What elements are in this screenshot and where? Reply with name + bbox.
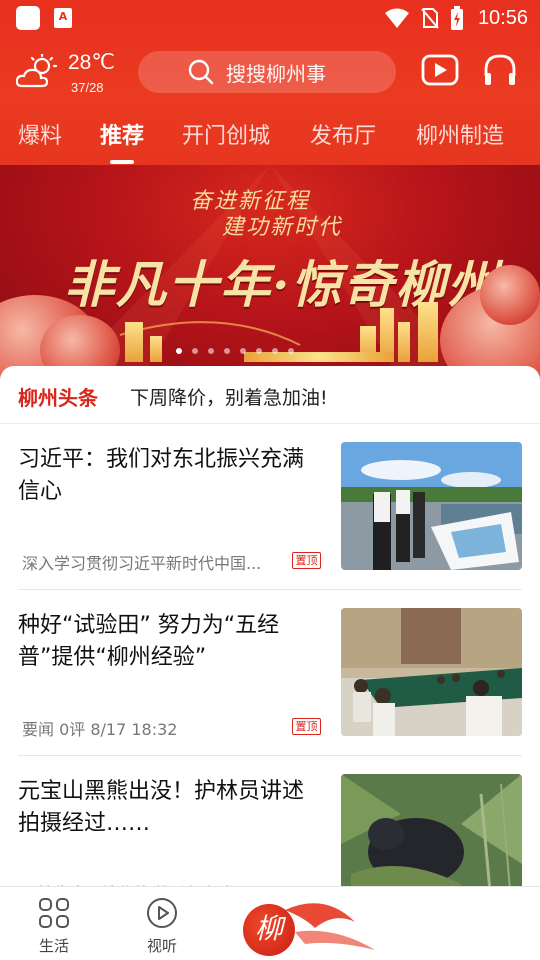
- pinned-badge: 置顶: [292, 718, 321, 735]
- news-item[interactable]: 种好“试验田” 努力为“五经普”提供“柳州经验” 要闻 0评 8/17 18:3…: [0, 590, 540, 755]
- news-thumbnail[interactable]: [341, 608, 522, 736]
- video-icon[interactable]: [421, 53, 459, 87]
- news-thumbnail[interactable]: [341, 774, 522, 902]
- news-title[interactable]: 种好“试验田” 努力为“五经普”提供“柳州经验”: [18, 610, 318, 674]
- news-thumbnail[interactable]: [341, 442, 522, 570]
- nav-life-label: 生活: [38, 937, 69, 955]
- carousel-dot[interactable]: [256, 348, 262, 354]
- news-meta: 要闻 0评 8/17 18:32: [22, 720, 178, 739]
- nav-video-audio-label: 视听: [146, 937, 177, 955]
- carousel-dot[interactable]: [192, 348, 198, 354]
- carousel-dot[interactable]: [176, 348, 182, 354]
- tab-baoliao[interactable]: 爆料: [18, 118, 62, 150]
- search-placeholder: 搜搜柳州事: [226, 61, 326, 86]
- banner-building: [418, 302, 438, 362]
- news-thumbnail-image: [341, 608, 522, 736]
- category-tabs: 爆料 推荐 开门创城 发布厅 柳州制造: [0, 118, 540, 158]
- notification-app-icon: [16, 6, 40, 30]
- clock: 10:56: [477, 6, 528, 29]
- active-tab-indicator: [110, 160, 134, 164]
- grid-icon: [39, 898, 69, 928]
- status-bar: A 10:56: [0, 0, 540, 36]
- sun-cloud-icon: [16, 54, 58, 88]
- center-swoosh-icon: [285, 903, 375, 950]
- headline-text[interactable]: 下周降价，别着急加油!: [130, 383, 328, 410]
- temperature-range: 37/28: [71, 80, 104, 95]
- app-header: A 10:56 28℃ 37/28 搜搜柳州事 爆料 推荐 开门创城 发布厅 柳…: [0, 0, 540, 165]
- carousel-dot[interactable]: [224, 348, 230, 354]
- news-title[interactable]: 元宝山黑熊出没！护林员讲述拍摄经过……: [18, 776, 318, 840]
- status-indicators: 10:56: [384, 4, 528, 32]
- pinned-badge: 置顶: [292, 552, 321, 569]
- battery-charging-icon: [450, 6, 463, 30]
- nav-video-audio[interactable]: 视听: [122, 897, 202, 956]
- no-sim-icon: [421, 8, 439, 29]
- tab-kaimen-chuangcheng[interactable]: 开门创城: [182, 118, 270, 150]
- play-circle-icon: [147, 898, 177, 928]
- temperature: 28℃: [68, 51, 115, 74]
- news-title[interactable]: 习近平：我们对东北振兴充满信心: [18, 444, 318, 508]
- nav-life[interactable]: 生活: [14, 897, 94, 956]
- search-bar[interactable]: 搜搜柳州事: [138, 51, 396, 93]
- news-thumbnail-image: [341, 774, 522, 902]
- weather-widget[interactable]: 28℃ 37/28: [16, 50, 126, 100]
- banner-building: [125, 322, 143, 362]
- headline-ticker[interactable]: 柳州头条 下周降价，别着急加油!: [0, 366, 540, 424]
- search-icon: [188, 59, 214, 85]
- tab-recommend[interactable]: 推荐: [100, 118, 144, 150]
- banner-building: [150, 336, 162, 362]
- carousel-dot[interactable]: [240, 348, 246, 354]
- news-meta: 深入学习贯彻习近平新时代中国...: [22, 554, 262, 573]
- notification-a-icon: A: [54, 8, 72, 28]
- wifi-icon: [384, 8, 409, 28]
- tab-liuzhou-made[interactable]: 柳州制造: [416, 118, 504, 150]
- carousel-dot[interactable]: [288, 348, 294, 354]
- carousel-dots: [176, 348, 294, 354]
- banner-building: [398, 322, 410, 362]
- banner-cloud-right-2: [480, 265, 540, 325]
- tab-press-hall[interactable]: 发布厅: [310, 118, 376, 150]
- news-item[interactable]: 元宝山黑熊出没！护林员讲述拍摄经过…… 厚植生态环境优势 推动绿色发展: [0, 756, 540, 903]
- headline-label: 柳州头条: [18, 386, 98, 410]
- news-thumbnail-image: [341, 442, 522, 570]
- headphones-icon[interactable]: [482, 52, 518, 88]
- carousel-dot[interactable]: [272, 348, 278, 354]
- banner-carousel[interactable]: 奋进新征程 建功新时代 非凡十年·惊奇柳州: [0, 165, 540, 380]
- carousel-dot[interactable]: [208, 348, 214, 354]
- banner-slogan-2: 建功新时代: [222, 215, 343, 240]
- news-item[interactable]: 习近平：我们对东北振兴充满信心 深入学习贯彻习近平新时代中国... 置顶: [0, 424, 540, 589]
- center-home-button[interactable]: 柳: [243, 904, 295, 956]
